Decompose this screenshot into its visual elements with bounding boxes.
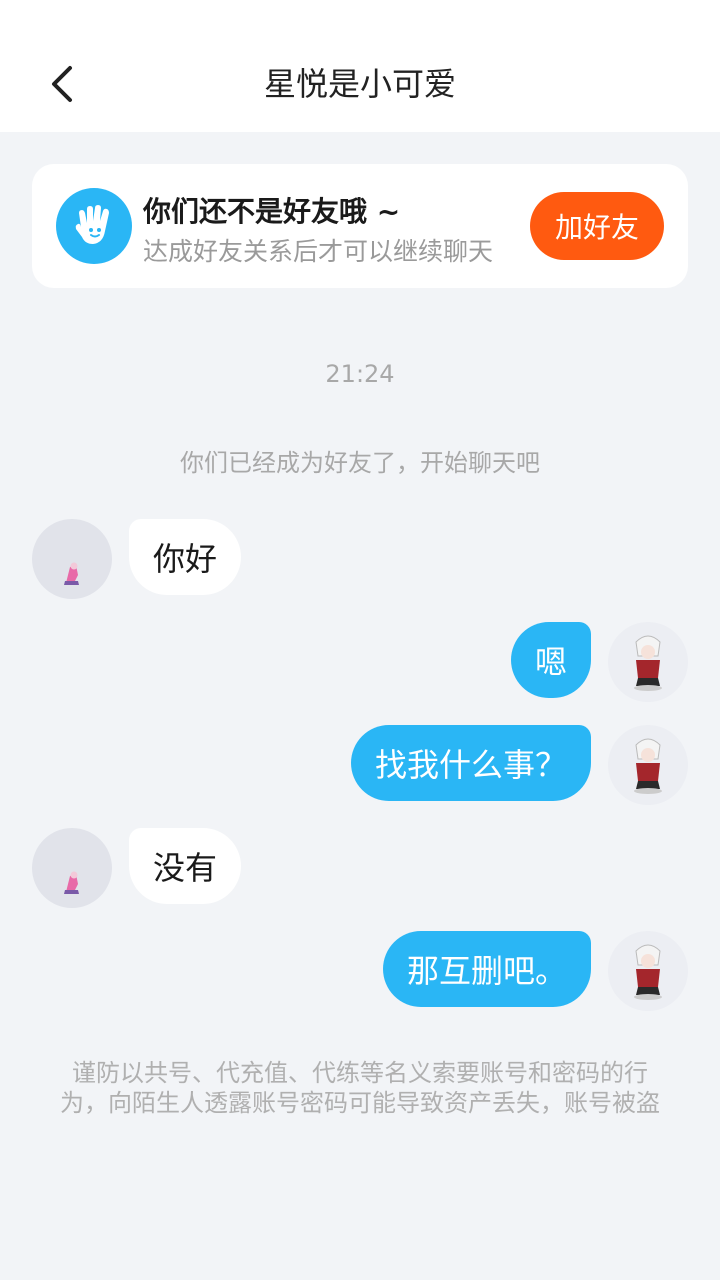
- header-bar: 星悦是小可爱: [0, 0, 720, 132]
- security-warning: 谨防以共号、代充值、代练等名义索要账号和密码的行为，向陌生人透露账号密码可能导致…: [60, 1059, 660, 1117]
- message-bubble-received[interactable]: 没有: [129, 828, 242, 904]
- contact-avatar[interactable]: [32, 519, 112, 599]
- message-bubble-sent[interactable]: 那互删吧。: [382, 931, 591, 1007]
- not-friends-title: 你们还不是好友哦 ~: [143, 195, 401, 228]
- message-bubble-received[interactable]: 你好: [129, 519, 242, 595]
- system-message: 你们已经成为好友了，开始聊天吧: [180, 449, 540, 477]
- add-friend-button[interactable]: 加好友: [530, 192, 664, 260]
- message-timestamp: 21:24: [325, 360, 395, 388]
- not-friends-subtitle: 达成好友关系后才可以继续聊天: [143, 237, 494, 266]
- user-avatar[interactable]: [608, 622, 688, 702]
- hand-wave-icon: [56, 188, 132, 264]
- user-avatar[interactable]: [608, 725, 688, 805]
- message-bubble-sent[interactable]: 找我什么事？: [350, 725, 591, 801]
- message-bubble-sent[interactable]: 嗯: [510, 622, 591, 698]
- chat-title: 星悦是小可爱: [263, 65, 456, 103]
- user-avatar[interactable]: [608, 931, 688, 1011]
- friend-request-card: 你们还不是好友哦 ~ 达成好友关系后才可以继续聊天 加好友: [32, 164, 688, 288]
- contact-avatar[interactable]: [32, 828, 112, 908]
